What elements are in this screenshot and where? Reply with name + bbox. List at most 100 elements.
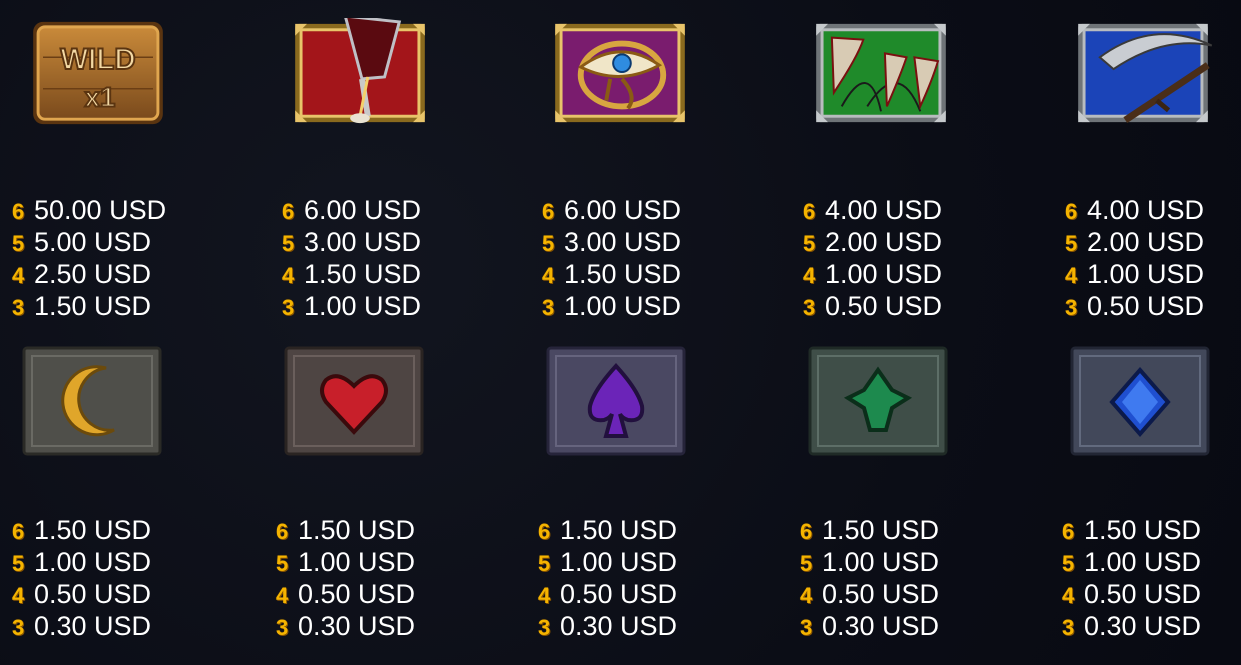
count-label: 4 <box>276 583 289 608</box>
pay-row: 5 1.00 USD <box>12 546 151 578</box>
pay-row: 4 1.50 USD <box>542 258 681 290</box>
count-label: 5 <box>12 551 25 576</box>
payout-amount: 0.50 USD <box>560 579 678 609</box>
pay-row: 4 0.50 USD <box>800 578 939 610</box>
paytable-scythe: 6 4.00 USD 5 2.00 USD 4 1.00 USD 3 0.50 USD <box>1065 194 1204 322</box>
fangs-icon <box>811 18 951 128</box>
count-label: 6 <box>276 519 289 544</box>
payout-amount: 1.50 USD <box>304 259 422 289</box>
payout-amount: 2.00 USD <box>825 227 943 257</box>
payout-amount: 1.00 USD <box>822 547 940 577</box>
count-label: 4 <box>12 263 25 288</box>
wild-label: WILD <box>60 43 135 76</box>
count-label: 3 <box>1065 295 1078 320</box>
paytable-eye: 6 6.00 USD 5 3.00 USD 4 1.50 USD 3 1.00 USD <box>542 194 681 322</box>
pay-row: 5 1.00 USD <box>538 546 677 578</box>
count-label: 3 <box>1062 615 1075 640</box>
paytable-club: 6 1.50 USD 5 1.00 USD 4 0.50 USD 3 0.30 USD <box>800 514 939 642</box>
blood-goblet-icon <box>290 18 430 128</box>
count-label: 3 <box>12 615 25 640</box>
pay-row: 4 0.50 USD <box>538 578 677 610</box>
diamond-icon <box>1070 346 1210 456</box>
count-label: 6 <box>538 519 551 544</box>
count-label: 3 <box>276 615 289 640</box>
pay-row: 3 0.30 USD <box>12 610 151 642</box>
payout-amount: 0.50 USD <box>1084 579 1202 609</box>
count-label: 5 <box>282 231 295 256</box>
pay-row: 3 1.00 USD <box>282 290 421 322</box>
pay-row: 5 3.00 USD <box>542 226 681 258</box>
count-label: 5 <box>276 551 289 576</box>
count-label: 6 <box>803 199 816 224</box>
count-label: 5 <box>803 231 816 256</box>
club-icon <box>808 346 948 456</box>
pay-row: 5 1.00 USD <box>800 546 939 578</box>
pay-row: 6 4.00 USD <box>803 194 942 226</box>
payout-amount: 3.00 USD <box>304 227 422 257</box>
pay-row: 5 2.00 USD <box>803 226 942 258</box>
count-label: 5 <box>800 551 813 576</box>
count-label: 3 <box>538 615 551 640</box>
payout-amount: 0.50 USD <box>1087 291 1205 321</box>
paytable-fangs: 6 4.00 USD 5 2.00 USD 4 1.00 USD 3 0.50 USD <box>803 194 942 322</box>
count-label: 5 <box>1065 231 1078 256</box>
payout-amount: 2.00 USD <box>1087 227 1205 257</box>
payout-amount: 0.30 USD <box>560 611 678 641</box>
payout-amount: 1.00 USD <box>825 259 943 289</box>
count-label: 4 <box>12 583 25 608</box>
count-label: 4 <box>1065 263 1078 288</box>
payout-amount: 0.50 USD <box>822 579 940 609</box>
pay-row: 6 6.00 USD <box>542 194 681 226</box>
pay-row: 4 0.50 USD <box>12 578 151 610</box>
payout-amount: 4.00 USD <box>825 195 943 225</box>
pay-row: 3 0.30 USD <box>1062 610 1201 642</box>
count-label: 5 <box>538 551 551 576</box>
payout-amount: 1.50 USD <box>822 515 940 545</box>
count-label: 3 <box>803 295 816 320</box>
paytable-moon: 6 1.50 USD 5 1.00 USD 4 0.50 USD 3 0.30 USD <box>12 514 151 642</box>
count-label: 6 <box>800 519 813 544</box>
count-label: 5 <box>12 231 25 256</box>
pay-row: 5 1.00 USD <box>1062 546 1201 578</box>
pay-row: 4 1.00 USD <box>1065 258 1204 290</box>
count-label: 6 <box>282 199 295 224</box>
pay-row: 3 0.50 USD <box>803 290 942 322</box>
crescent-moon-icon <box>22 346 162 456</box>
count-label: 4 <box>542 263 555 288</box>
pay-row: 5 2.00 USD <box>1065 226 1204 258</box>
heart-icon <box>284 346 424 456</box>
pay-row: 6 4.00 USD <box>1065 194 1204 226</box>
spade-icon <box>546 346 686 456</box>
payout-amount: 0.50 USD <box>825 291 943 321</box>
pay-row: 3 0.30 USD <box>538 610 677 642</box>
payout-amount: 0.50 USD <box>34 579 152 609</box>
count-label: 4 <box>538 583 551 608</box>
count-label: 4 <box>282 263 295 288</box>
payout-amount: 1.00 USD <box>298 547 416 577</box>
paytable-diamond: 6 1.50 USD 5 1.00 USD 4 0.50 USD 3 0.30 USD <box>1062 514 1201 642</box>
count-label: 3 <box>542 295 555 320</box>
payout-amount: 1.50 USD <box>564 259 682 289</box>
pay-row: 5 5.00 USD <box>12 226 166 258</box>
payout-amount: 5.00 USD <box>34 227 152 257</box>
pay-row: 4 0.50 USD <box>1062 578 1201 610</box>
pay-row: 4 1.50 USD <box>282 258 421 290</box>
count-label: 6 <box>1065 199 1078 224</box>
pay-row: 6 1.50 USD <box>1062 514 1201 546</box>
pay-row: 3 0.30 USD <box>800 610 939 642</box>
paytable-goblet: 6 6.00 USD 5 3.00 USD 4 1.50 USD 3 1.00 USD <box>282 194 421 322</box>
pay-row: 3 0.30 USD <box>276 610 415 642</box>
payout-amount: 1.00 USD <box>1087 259 1205 289</box>
pay-row: 5 3.00 USD <box>282 226 421 258</box>
pay-row: 6 1.50 USD <box>538 514 677 546</box>
count-label: 6 <box>12 199 25 224</box>
pay-row: 3 1.50 USD <box>12 290 166 322</box>
payout-amount: 0.30 USD <box>1084 611 1202 641</box>
payout-amount: 2.50 USD <box>34 259 152 289</box>
payout-amount: 0.50 USD <box>298 579 416 609</box>
count-label: 5 <box>542 231 555 256</box>
pay-row: 6 6.00 USD <box>282 194 421 226</box>
payout-amount: 4.00 USD <box>1087 195 1205 225</box>
count-label: 5 <box>1062 551 1075 576</box>
pay-row: 3 0.50 USD <box>1065 290 1204 322</box>
